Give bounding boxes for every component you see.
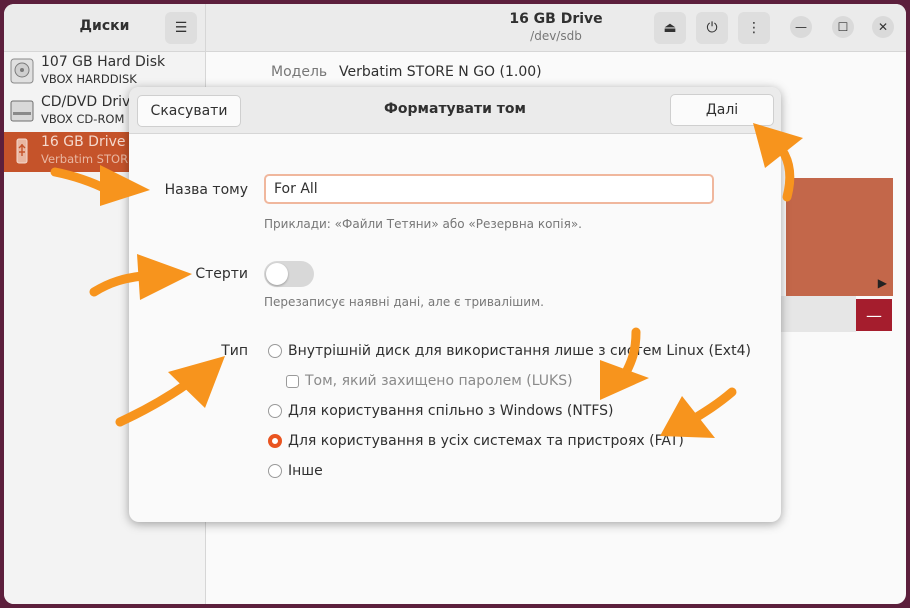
minus-icon: — — [866, 305, 882, 325]
type-option-ext4[interactable]: Внутрішній диск для використання лише з … — [268, 341, 751, 361]
type-option-other[interactable]: Інше — [268, 461, 323, 481]
radio-button[interactable] — [268, 344, 282, 358]
volume-name-hint: Приклади: «Файли Тетяни» або «Резервна к… — [264, 217, 582, 231]
next-button[interactable]: Далі — [670, 94, 774, 126]
device-name: CD/DVD Drive — [41, 94, 139, 110]
option-label: Том, який захищено паролем (LUKS) — [305, 373, 573, 389]
hamburger-icon: ☰ — [174, 20, 188, 36]
main-menu-button[interactable]: ☰ — [165, 12, 197, 44]
device-model: Verbatim STORE — [41, 152, 136, 166]
format-volume-dialog: Скасувати Форматувати том Далі Назва том… — [129, 87, 781, 522]
volume-partition[interactable]: ▶ — [786, 178, 893, 296]
device-model: VBOX HARDDISK — [41, 72, 137, 86]
dialog-header: Скасувати Форматувати том Далі — [129, 87, 781, 134]
optical-drive-icon — [10, 100, 34, 122]
type-option-fat[interactable]: Для користування в усіх системах та прис… — [268, 431, 684, 451]
radio-button-selected[interactable] — [268, 434, 282, 448]
usb-drive-icon — [16, 138, 28, 164]
option-label: Для користування спільно з Windows (NTFS… — [288, 403, 614, 419]
model-label: Модель — [271, 64, 328, 80]
model-value: Verbatim STORE N GO (1.00) — [339, 64, 542, 80]
option-label: Інше — [288, 463, 323, 479]
drive-path: /dev/sdb — [530, 29, 582, 43]
type-option-ntfs[interactable]: Для користування спільно з Windows (NTFS… — [268, 401, 614, 421]
volume-name-input[interactable] — [264, 174, 714, 204]
radio-button[interactable] — [268, 464, 282, 478]
delete-partition-button[interactable]: — — [856, 299, 892, 331]
option-label: Для користування в усіх системах та прис… — [288, 433, 684, 449]
device-model: VBOX CD-ROM — [41, 112, 125, 126]
radio-button[interactable] — [268, 404, 282, 418]
device-name: 107 GB Hard Disk — [41, 54, 166, 70]
drive-title: 16 GB Drive — [509, 11, 603, 27]
erase-hint: Перезаписує наявні дані, але є триваліши… — [264, 295, 544, 309]
sidebar-headerbar: Диски ☰ — [4, 4, 206, 52]
erase-toggle[interactable] — [264, 261, 314, 287]
checkbox[interactable] — [286, 374, 299, 388]
volume-name-label: Назва тому — [164, 182, 248, 198]
play-triangle-icon: ▶ — [877, 276, 887, 290]
hard-disk-icon — [10, 58, 34, 84]
type-label: Тип — [221, 343, 248, 359]
toggle-knob — [266, 263, 288, 285]
type-option-luks[interactable]: Том, який захищено паролем (LUKS) — [286, 371, 573, 391]
device-item-hard-disk[interactable]: 107 GB Hard Disk VBOX HARDDISK — [4, 52, 205, 92]
option-label: Внутрішній диск для використання лише з … — [288, 343, 751, 359]
erase-label: Стерти — [195, 266, 248, 282]
device-name: 16 GB Drive — [41, 134, 126, 150]
